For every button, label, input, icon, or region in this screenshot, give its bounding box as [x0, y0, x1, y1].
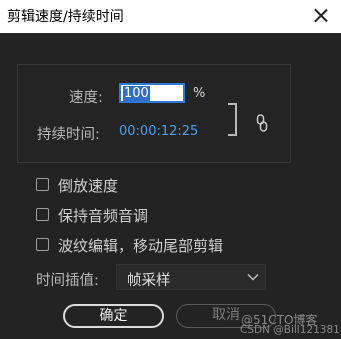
link-icon[interactable] [256, 114, 268, 132]
speed-value: 100 [123, 86, 150, 101]
chevron-down-icon [247, 273, 259, 281]
checkbox-label: 波纹编辑，移动尾部剪辑 [58, 237, 224, 255]
speed-label: 速度: [69, 90, 103, 106]
checkbox-box[interactable] [36, 208, 49, 221]
speed-duration-group [17, 64, 291, 163]
title-bar: 剪辑速度/持续时间 [0, 0, 341, 33]
checkbox-box[interactable] [36, 178, 49, 191]
ok-button[interactable]: 确定 [63, 304, 164, 328]
speed-unit: % [193, 86, 206, 101]
checkbox-label: 倒放速度 [58, 177, 119, 195]
watermark-text: CSDN @Bill121381 [240, 324, 340, 336]
interpolation-select[interactable]: 帧采样 [116, 264, 266, 290]
speed-input[interactable]: 100 [119, 83, 185, 103]
link-bracket [228, 103, 237, 136]
interpolation-label: 时间插值: [36, 273, 99, 289]
checkbox-label: 保持音频音调 [58, 207, 149, 225]
duration-timecode[interactable]: 00:00:12:25 [119, 124, 198, 139]
duration-label: 持续时间: [37, 127, 100, 143]
interpolation-value: 帧采样 [127, 273, 171, 289]
checkbox-box[interactable] [36, 238, 49, 251]
dialog-title: 剪辑速度/持续时间 [7, 9, 124, 25]
close-icon[interactable] [311, 6, 331, 26]
